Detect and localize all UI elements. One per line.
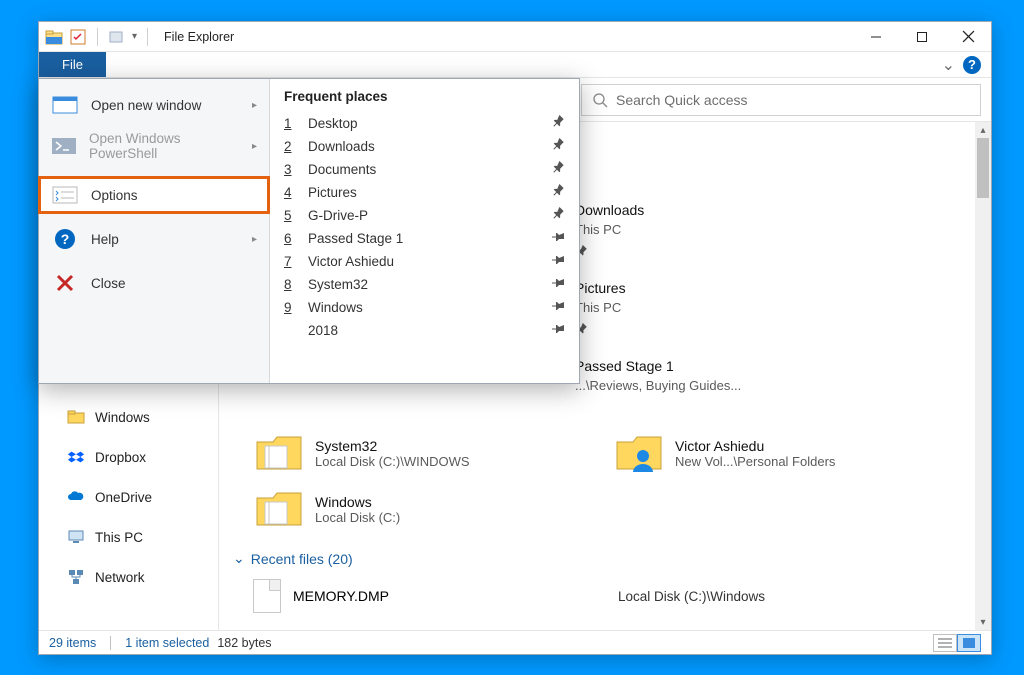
file-tab[interactable]: File [39,52,106,77]
pin-icon[interactable] [551,115,565,132]
frequent-place-item[interactable]: 7Victor Ashiedu [278,250,571,273]
sidebar-item-dropbox[interactable]: Dropbox [39,442,218,472]
help-icon: ? [51,229,79,249]
close-button[interactable] [945,22,991,52]
dropbox-icon [67,448,85,466]
scroll-thumb[interactable] [977,138,989,198]
selection-size: 182 bytes [217,636,271,650]
powershell-icon [51,136,77,156]
frequent-place-item[interactable]: 2018 [278,319,571,342]
file-icon [253,579,281,613]
pin-icon[interactable] [551,207,565,224]
pin-icon[interactable] [551,322,565,339]
thumbnails-view-button[interactable] [957,634,981,652]
frequent-place-item[interactable]: 8System32 [278,273,571,296]
statusbar: 29 items 1 item selected 182 bytes [39,630,991,654]
window-controls [853,22,991,52]
network-icon [67,568,85,586]
selection-count: 1 item selected [125,636,209,650]
folder-item[interactable]: Passed Stage 1 ...\Reviews, Buying Guide… [575,358,741,393]
onedrive-icon [67,488,85,506]
frequent-place-item[interactable]: 3Documents [278,158,571,181]
item-count: 29 items [49,636,96,650]
pin-icon[interactable] [551,161,565,178]
pin-icon[interactable] [551,230,565,247]
minimize-button[interactable] [853,22,899,52]
close-icon [51,273,79,293]
submenu-arrow-icon: ▸ [252,234,257,245]
window-title: File Explorer [164,30,234,44]
new-folder-icon[interactable] [108,28,126,46]
menu-close[interactable]: Close [39,265,269,301]
frequent-place-item[interactable]: 4Pictures [278,181,571,204]
qat-dropdown-icon[interactable]: ▾ [132,31,137,42]
ribbon-collapse-icon[interactable]: ⌄ [942,55,955,75]
maximize-button[interactable] [899,22,945,52]
search-placeholder: Search Quick access [616,92,748,108]
frequent-place-item[interactable]: 9Windows [278,296,571,319]
submenu-arrow-icon: ▸ [252,141,257,152]
recent-files-header[interactable]: ⌄ Recent files (20) [233,550,985,567]
menu-open-new-window[interactable]: Open new window ▸ [39,87,269,123]
svg-text:?: ? [61,231,70,247]
folder-user-icon [615,432,663,474]
view-toggle [933,634,981,652]
search-input[interactable]: Search Quick access [581,84,981,116]
ribbon-tabs: File ⌄ ? [39,52,991,78]
help-icon[interactable]: ? [963,56,981,74]
options-icon [51,185,79,205]
pin-icon[interactable] [551,253,565,270]
sidebar-item-onedrive[interactable]: OneDrive [39,482,218,512]
sidebar-item-this-pc[interactable]: This PC [39,522,218,552]
scroll-up-icon[interactable]: ▴ [975,122,991,138]
recent-file-item[interactable]: MEMORY.DMP Local Disk (C:)\Windows [253,579,985,613]
folder-item[interactable]: Pictures This PC [575,280,626,341]
frequent-place-item[interactable]: 5G-Drive-P [278,204,571,227]
pc-icon [67,528,85,546]
qat: ▾ File Explorer [39,28,240,46]
app-icon [45,28,63,46]
pin-icon[interactable] [551,276,565,293]
frequent-place-item[interactable]: 6Passed Stage 1 [278,227,571,250]
menu-options[interactable]: Options [39,177,269,213]
sidebar-item-network[interactable]: Network [39,562,218,592]
search-icon [592,92,608,108]
qat-separator [97,28,98,46]
pin-icon[interactable] [551,138,565,155]
folder-item[interactable]: Downloads This PC [575,202,644,263]
scrollbar[interactable]: ▴ ▾ [975,122,991,630]
submenu-arrow-icon: ▸ [252,100,257,111]
folder-icon [255,488,303,530]
folder-item-windows[interactable]: Windows Local Disk (C:) [255,488,605,530]
folder-item-system32[interactable]: System32 Local Disk (C:)\WINDOWS [255,432,605,474]
frequent-place-item[interactable]: 1Desktop [278,112,571,135]
details-view-button[interactable] [933,634,957,652]
qat-separator-2 [147,28,148,46]
menu-help[interactable]: ? Help ▸ [39,221,269,257]
file-menu-commands: Open new window ▸ Open Windows PowerShel… [39,79,269,383]
scroll-down-icon[interactable]: ▾ [975,614,991,630]
frequent-places: Frequent places 1Desktop2Downloads3Docum… [269,79,579,383]
window-icon [51,95,79,115]
folder-item-victor[interactable]: Victor Ashiedu New Vol...\Personal Folde… [615,432,965,474]
frequent-place-item[interactable]: 2Downloads [278,135,571,158]
menu-open-powershell[interactable]: Open Windows PowerShell ▸ [39,123,269,169]
properties-icon[interactable] [69,28,87,46]
frequent-places-header: Frequent places [278,89,571,112]
folder-icon [67,408,85,426]
pin-icon[interactable] [551,299,565,316]
titlebar: ▾ File Explorer [39,22,991,52]
file-menu: Open new window ▸ Open Windows PowerShel… [38,78,580,384]
folder-icon [255,432,303,474]
pin-icon[interactable] [551,184,565,201]
sidebar-item-windows[interactable]: Windows [39,402,218,432]
chevron-down-icon: ⌄ [233,550,245,567]
